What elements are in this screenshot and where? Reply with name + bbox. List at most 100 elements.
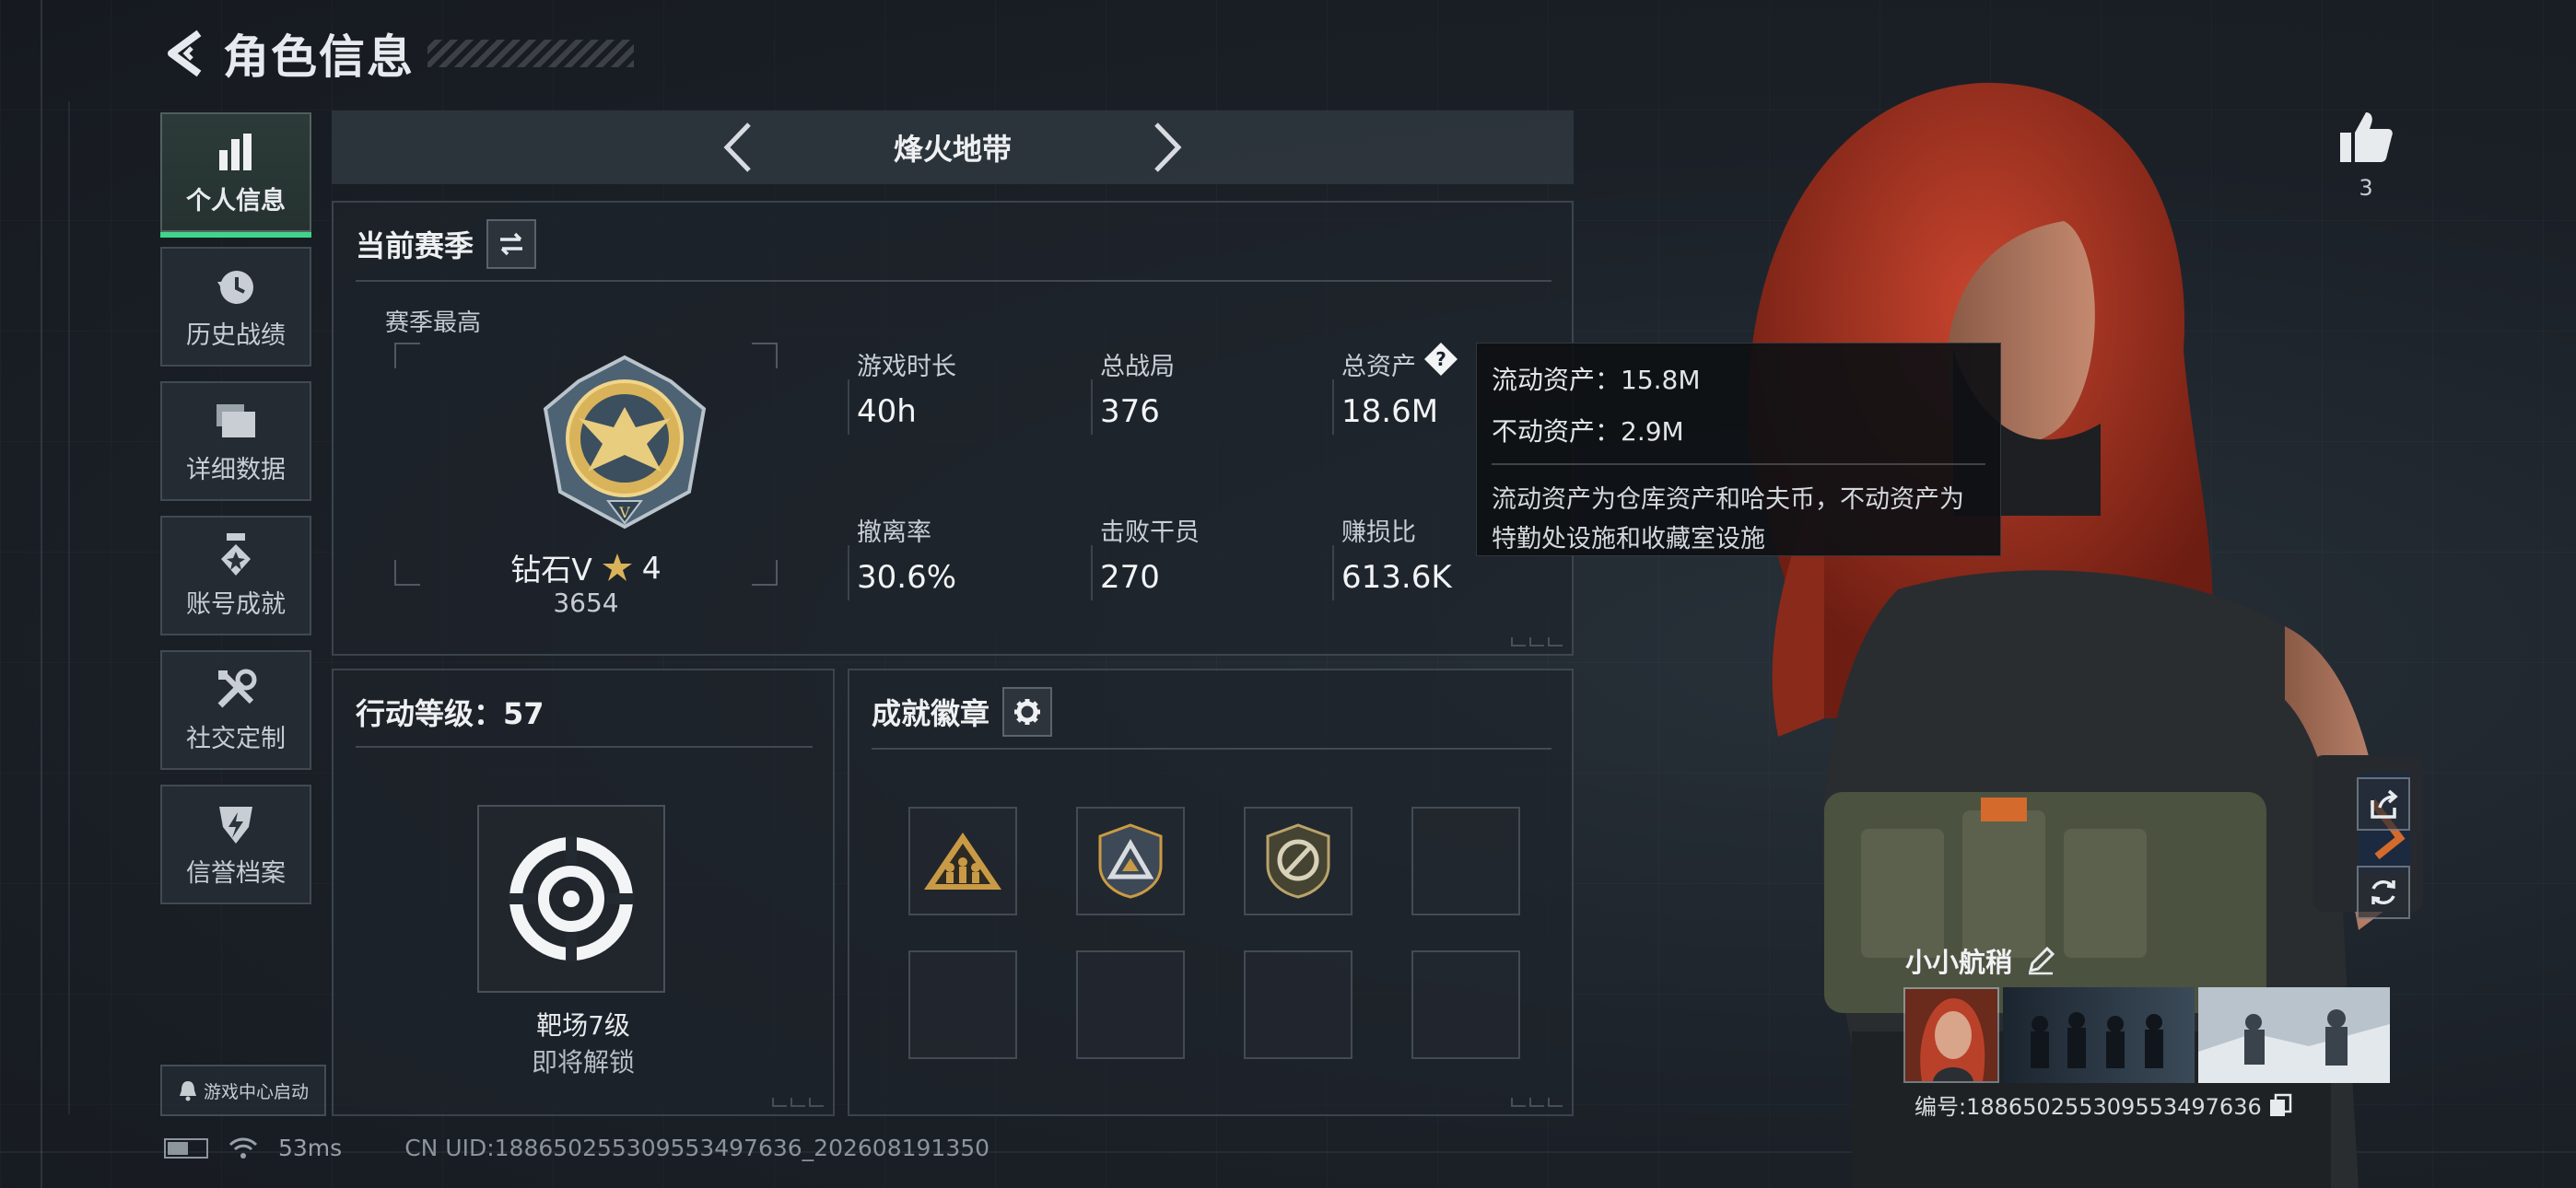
diamond-rank-emblem-icon: V	[543, 355, 707, 530]
stat-extraction-rate: 撤离率 30.6%	[848, 512, 1069, 600]
copy-icon[interactable]	[2267, 1092, 2293, 1118]
sidebar-item-label: 社交定制	[186, 724, 286, 753]
edit-pencil-icon[interactable]	[2025, 945, 2056, 976]
season-panel-header: 当前赛季	[356, 219, 537, 269]
help-question-icon[interactable]: ?	[1423, 341, 1459, 378]
badge-slot[interactable]	[1244, 807, 1352, 915]
swap-icon	[500, 232, 523, 256]
badge-slot-empty[interactable]	[1411, 950, 1520, 1059]
rank-score: 3654	[553, 588, 619, 618]
sidebar-item-social-custom[interactable]: 社交定制	[160, 650, 311, 770]
sidebar-item-personal-info[interactable]: 个人信息	[160, 112, 311, 238]
level-reward-slot[interactable]	[477, 805, 665, 993]
profile-banner-winter[interactable]	[2198, 987, 2390, 1083]
level-panel-header: 行动等级：57	[356, 691, 544, 733]
badge-slot-empty[interactable]	[1244, 950, 1352, 1059]
badge-slot[interactable]	[1076, 807, 1185, 915]
page-title: 角色信息	[223, 30, 415, 84]
wifi-icon	[228, 1137, 258, 1159]
player-avatar[interactable]	[1903, 987, 1999, 1083]
sidebar-item-label: 信誉档案	[186, 858, 286, 888]
stat-value: 40h	[857, 393, 917, 430]
player-name-row: 小小航稍	[1898, 932, 2136, 984]
rank-stars: 4	[641, 549, 662, 586]
stat-value: 30.6%	[857, 559, 957, 596]
shield-triangle-badge-icon	[1098, 823, 1163, 899]
sidebar-item-achievements[interactable]: 账号成就	[160, 516, 311, 635]
badge-slot-empty[interactable]	[908, 950, 1017, 1059]
badge-settings-button[interactable]	[1002, 687, 1053, 737]
svg-text:V: V	[618, 504, 630, 521]
bell-icon	[179, 1081, 196, 1101]
game-center-launch-button[interactable]: 游戏中心启动	[160, 1065, 326, 1116]
badge-panel-header: 成就徽章	[872, 687, 1053, 737]
badge-slot-empty[interactable]	[1076, 950, 1185, 1059]
tooltip-fixed-assets: 不动资产：2.9M	[1492, 416, 1684, 447]
stat-value: 376	[1100, 393, 1160, 430]
thumbs-up-icon[interactable]	[2336, 107, 2395, 166]
profile-banner-squad[interactable]	[2003, 987, 2195, 1083]
folder-icon	[210, 398, 262, 444]
sidebar-nav: 个人信息 历史战绩 详细数据 账号成就 社交定制 信誉档案	[160, 112, 313, 919]
stat-label: 游戏时长	[857, 353, 956, 381]
tools-icon	[210, 667, 262, 713]
sidebar-item-label: 账号成就	[186, 589, 286, 619]
corner-decor	[1511, 1098, 1563, 1107]
star-icon	[602, 553, 632, 581]
bar-chart-icon	[210, 129, 262, 175]
avatar-strip	[1903, 987, 2390, 1083]
corner-decor	[772, 1098, 824, 1107]
refresh-button[interactable]	[2357, 866, 2410, 919]
rank-name: 钻石V 4	[394, 545, 778, 589]
stat-value: 270	[1100, 559, 1160, 596]
team-triangle-badge-icon	[924, 833, 1001, 890]
gear-icon	[1014, 699, 1041, 725]
share-button[interactable]	[2357, 777, 2410, 831]
player-id: 编号:18865025530955349763​6	[1914, 1094, 2262, 1120]
achievement-badges-panel: 成就徽章	[848, 669, 1574, 1116]
level-reward-status: 即将解锁	[531, 1047, 635, 1077]
tooltip-divider	[1492, 463, 1985, 465]
sidebar-item-detailed-data[interactable]: 详细数据	[160, 381, 311, 501]
back-arrow-icon[interactable]	[164, 28, 208, 79]
badge-slot-empty[interactable]	[1411, 807, 1520, 915]
divider	[356, 746, 813, 748]
like-count: 3	[2359, 175, 2373, 201]
no-entry-shield-badge-icon	[1266, 823, 1330, 899]
svg-text:?: ?	[1435, 348, 1446, 370]
stat-label: 总战局	[1100, 353, 1175, 381]
badge-slot[interactable]	[908, 807, 1017, 915]
season-panel-title: 当前赛季	[356, 228, 474, 263]
switch-season-button[interactable]	[486, 219, 537, 269]
prev-mode-chevron-icon[interactable]	[709, 115, 765, 180]
medal-icon	[210, 532, 262, 578]
tooltip-description: 流动资产为仓库资产和哈夫币，不动资产为特勤处设施和收藏室设施	[1492, 485, 1964, 554]
page-header: 角色信息	[164, 24, 634, 84]
stat-value: 613.6K	[1341, 559, 1452, 596]
player-id-row: 编号:18865025530955349763​6	[1914, 1089, 2293, 1121]
stat-total-matches: 总战局 376	[1091, 346, 1312, 435]
sidebar-item-history[interactable]: 历史战绩	[160, 247, 311, 367]
season-best-label: 赛季最高	[385, 309, 482, 337]
stat-play-time: 游戏时长 40h	[848, 346, 1069, 435]
player-name: 小小航稍	[1905, 947, 2013, 978]
history-icon	[210, 263, 262, 309]
target-icon	[509, 836, 634, 961]
share-icon	[2371, 789, 2398, 819]
sidebar-item-credit-record[interactable]: 信誉档案	[160, 785, 311, 904]
divider	[356, 280, 1551, 282]
ping-value: 53ms	[278, 1135, 343, 1161]
corner-decor	[1511, 637, 1563, 646]
mode-title: 烽火地带	[893, 132, 1012, 167]
operation-level-panel: 行动等级：57 靶场7级 即将解锁	[332, 669, 835, 1116]
next-mode-chevron-icon[interactable]	[1141, 115, 1196, 180]
level-reward-name: 靶场7级	[536, 1010, 630, 1041]
mode-selector: 烽火地带	[332, 111, 1574, 184]
stat-label: 击败干员	[1100, 518, 1200, 547]
sidebar-item-label: 个人信息	[186, 186, 286, 215]
refresh-icon	[2371, 879, 2395, 905]
level-panel-title: 行动等级：57	[356, 696, 544, 731]
stat-label: 撤离率	[857, 518, 931, 547]
sidebar-item-label: 详细数据	[186, 455, 286, 484]
title-decor-stripes	[427, 40, 634, 67]
